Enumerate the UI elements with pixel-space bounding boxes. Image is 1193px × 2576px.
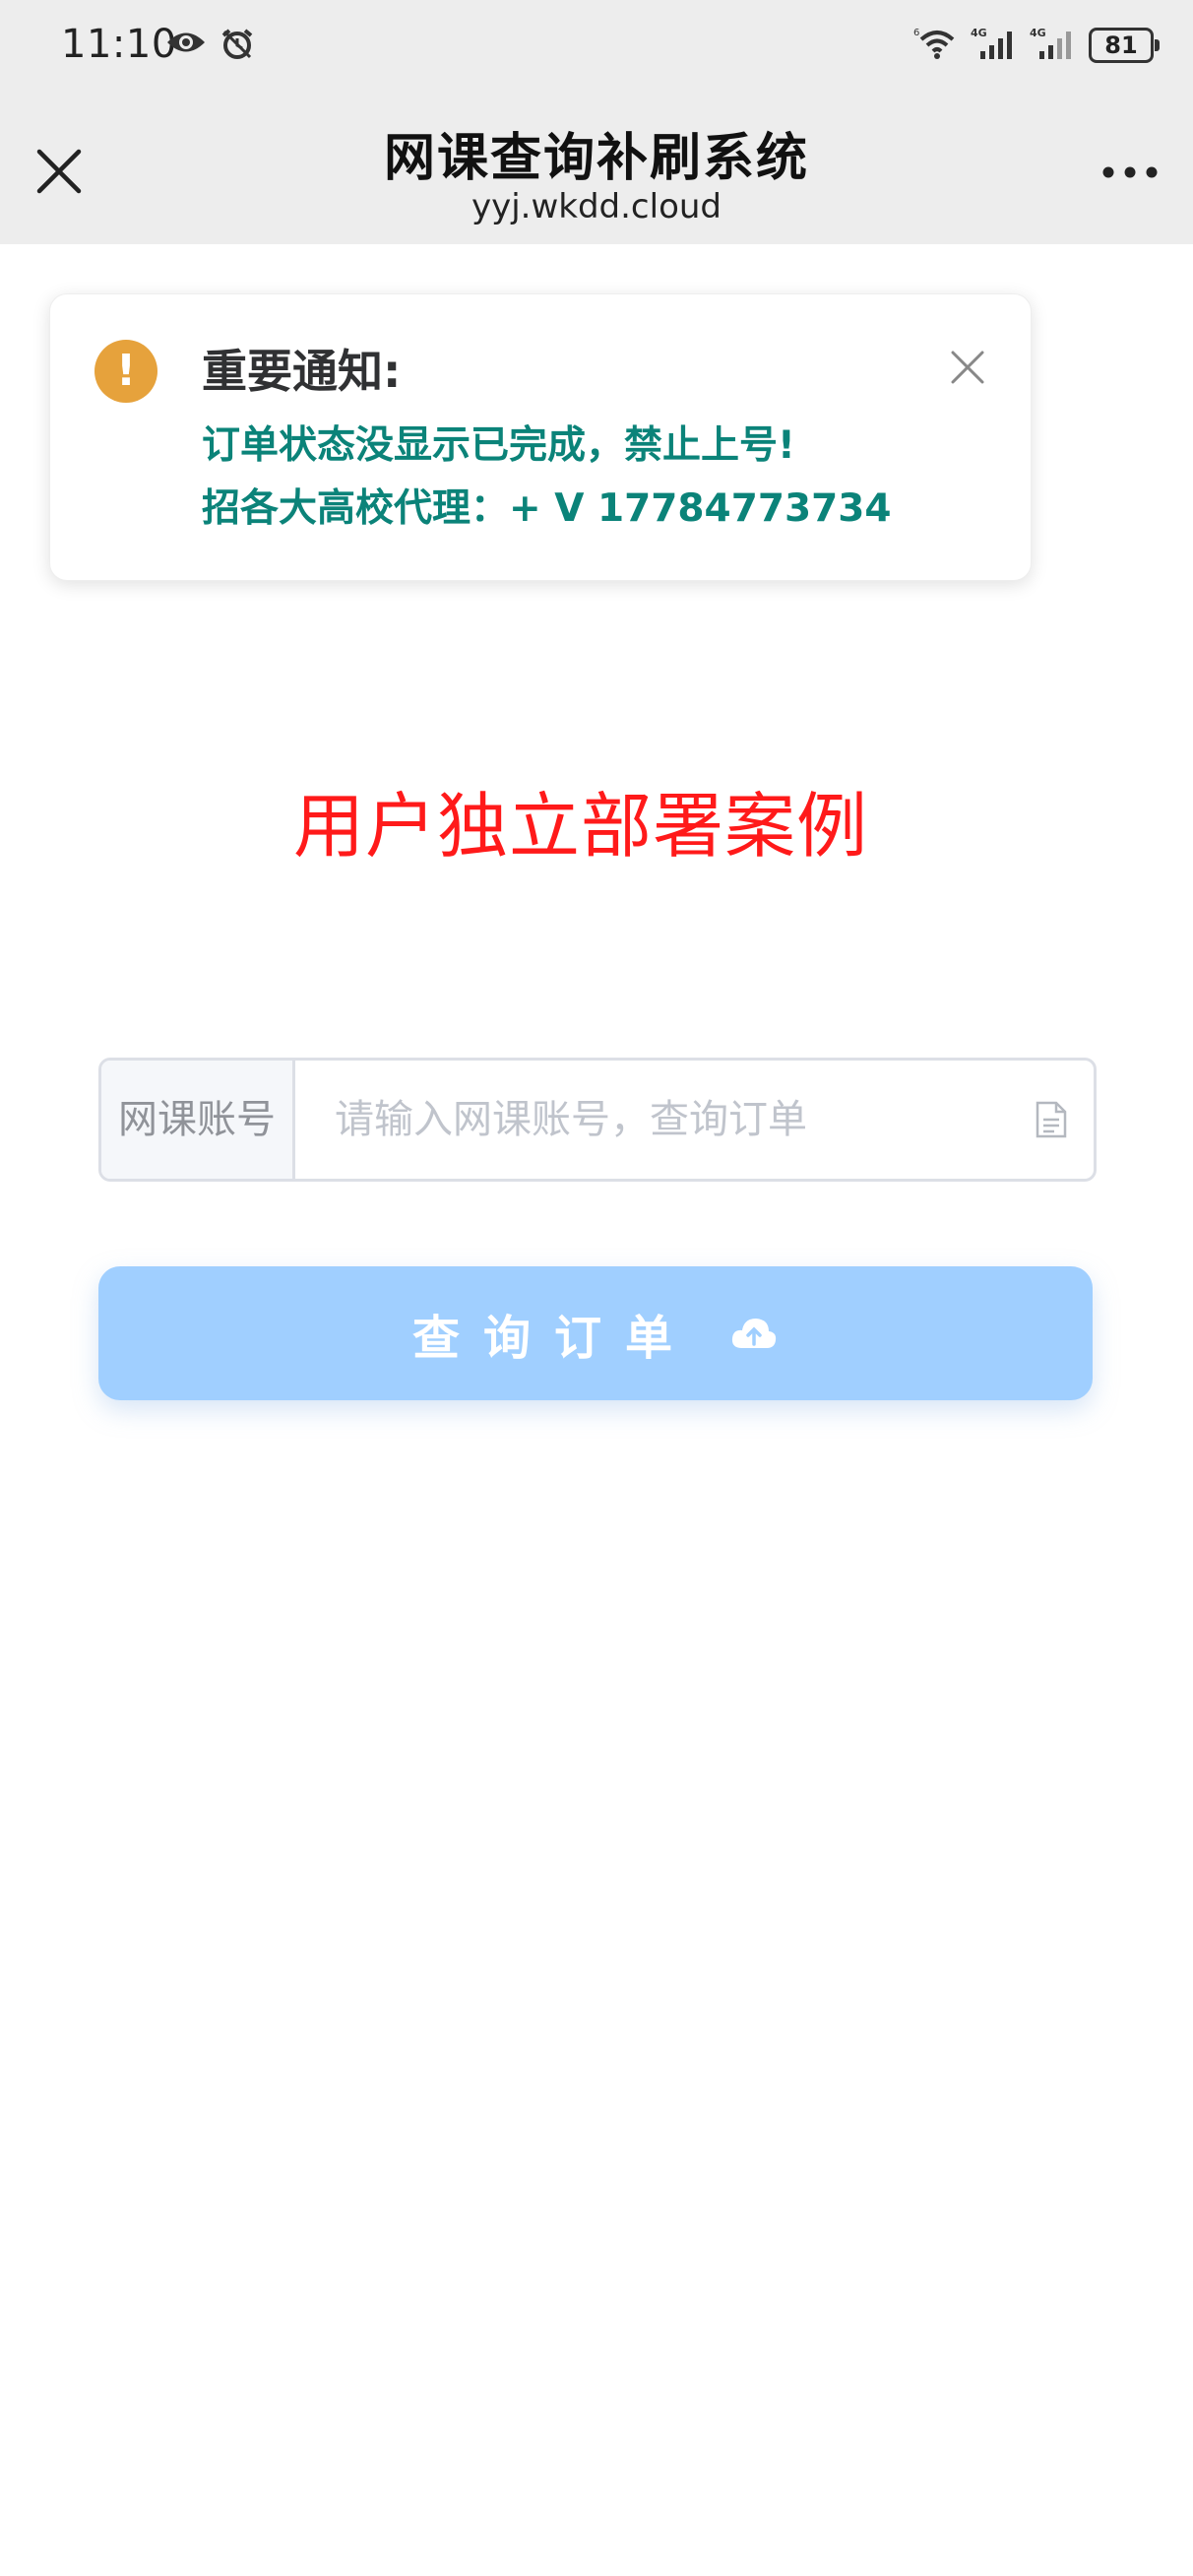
status-time: 11:10: [61, 22, 177, 67]
query-order-button[interactable]: 查询订单: [98, 1266, 1093, 1400]
warning-icon: !: [94, 340, 157, 403]
alarm-icon: [220, 28, 254, 65]
notice-card: ! 重要通知: 订单状态没显示已完成，禁止上号! 招各大高校代理：+ V 177…: [49, 293, 1032, 581]
account-input-label: 网课账号: [101, 1061, 295, 1179]
battery-indicator: 81: [1089, 28, 1160, 63]
eye-icon: [165, 28, 207, 65]
signal-icon-2: 4G: [1030, 26, 1079, 65]
notice-title: 重要通知:: [202, 345, 402, 398]
account-input-group: 网课账号: [98, 1058, 1097, 1182]
cloud-upload-icon: [729, 1315, 779, 1353]
query-order-button-label: 查询订单: [411, 1311, 696, 1366]
wifi-icon: 6: [913, 26, 961, 65]
wifi-label: 6: [913, 28, 919, 38]
account-input[interactable]: [295, 1061, 1035, 1179]
network-label-1: 4G: [971, 27, 987, 39]
page-title: 网课查询补刷系统: [383, 129, 809, 188]
notice-line-2: 招各大高校代理：+ V 17784773734: [202, 486, 892, 531]
notice-close-icon[interactable]: [950, 350, 985, 385]
top-bar: 11:10 6 4G 4G 81 网课查询补刷系统 yyj.wkdd.cloud: [0, 0, 1193, 244]
status-right-icons: 6 4G 4G 81: [913, 26, 1160, 65]
page-url: yyj.wkdd.cloud: [471, 187, 722, 226]
notice-line-1: 订单状态没显示已完成，禁止上号!: [202, 423, 795, 468]
signal-icon-1: 4G: [971, 26, 1020, 65]
network-label-2: 4G: [1030, 27, 1046, 39]
headline: 用户独立部署案例: [292, 785, 868, 868]
status-left-icons: [165, 28, 254, 65]
more-menu-icon[interactable]: [1100, 158, 1160, 187]
document-icon: [1035, 1061, 1094, 1179]
